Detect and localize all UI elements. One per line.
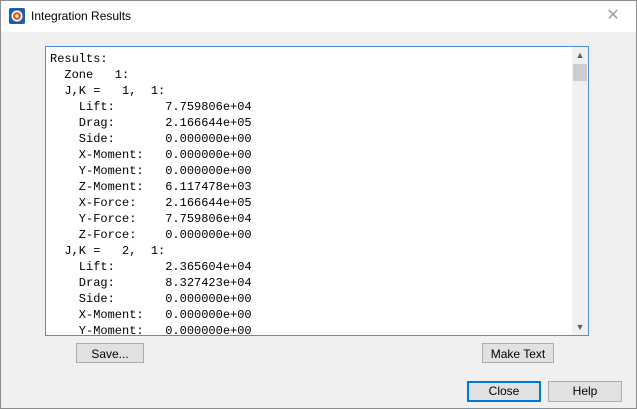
results-line: Drag: 2.166644e+05 [50, 116, 252, 130]
results-line: Y-Moment: 0.000000e+00 [50, 164, 252, 178]
results-line: X-Moment: 0.000000e+00 [50, 148, 252, 162]
results-text[interactable]: Results: Zone 1: J,K = 1, 1: Lift: 7.759… [50, 51, 252, 336]
window-title: Integration Results [31, 9, 132, 23]
results-line: Drag: 8.327423e+04 [50, 276, 252, 290]
results-line: Lift: 7.759806e+04 [50, 100, 252, 114]
scroll-down-icon[interactable]: ▼ [572, 319, 588, 335]
save-button[interactable]: Save... [76, 343, 144, 363]
close-button[interactable]: Close [467, 381, 541, 402]
scroll-thumb[interactable] [573, 64, 587, 81]
results-line: Results: [50, 52, 108, 66]
results-line: Lift: 2.365604e+04 [50, 260, 252, 274]
results-line: X-Force: 2.166644e+05 [50, 196, 252, 210]
scroll-up-icon[interactable]: ▲ [572, 47, 588, 63]
results-line: Y-Moment: 0.000000e+00 [50, 324, 252, 336]
results-line: Side: 0.000000e+00 [50, 292, 252, 306]
help-button[interactable]: Help [548, 381, 622, 402]
results-textbox[interactable]: Results: Zone 1: J,K = 1, 1: Lift: 7.759… [45, 46, 589, 336]
app-logo-icon [9, 8, 25, 24]
results-line: X-Moment: 0.000000e+00 [50, 308, 252, 322]
results-line: Zone 1: [50, 68, 130, 82]
make-text-button[interactable]: Make Text [482, 343, 554, 363]
results-line: Z-Force: 0.000000e+00 [50, 228, 252, 242]
title-bar[interactable]: Integration Results ✕ [1, 1, 636, 32]
results-line: J,K = 2, 1: [50, 244, 166, 258]
results-line: J,K = 1, 1: [50, 84, 166, 98]
close-icon[interactable]: ✕ [590, 1, 636, 32]
integration-results-dialog: Integration Results ✕ Results: Zone 1: J… [0, 0, 637, 409]
results-line: Y-Force: 7.759806e+04 [50, 212, 252, 226]
vertical-scrollbar[interactable]: ▲ ▼ [572, 47, 588, 335]
results-line: Z-Moment: 6.117478e+03 [50, 180, 252, 194]
results-line: Side: 0.000000e+00 [50, 132, 252, 146]
